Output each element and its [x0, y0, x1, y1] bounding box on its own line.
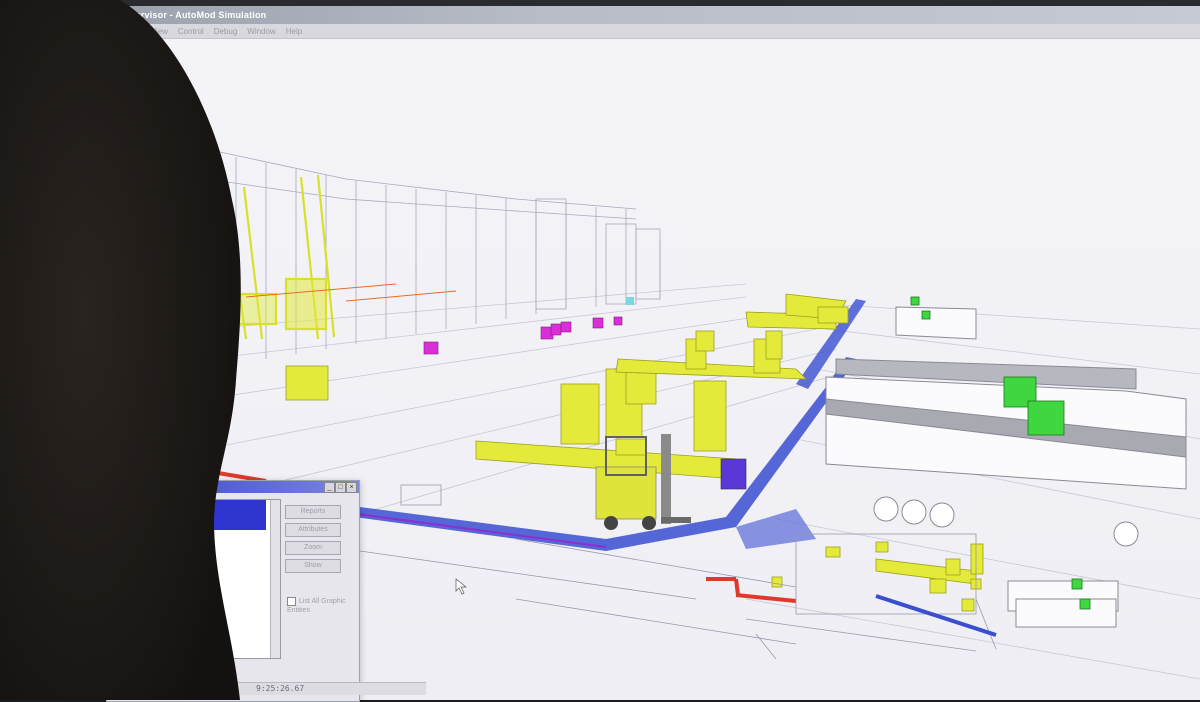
menu-file[interactable]: File	[104, 27, 117, 36]
entity-list[interactable]: _clck_e1 _clck_e2 _clck_b2 _clck_b5 Labe…	[111, 499, 281, 659]
graphic-entities-checkbox[interactable]	[287, 597, 296, 606]
list-item[interactable]: _clck_b5	[112, 530, 280, 540]
app-icon: A	[102, 9, 114, 21]
load-yellow-large	[285, 365, 329, 401]
list-item[interactable]: _clck_e1	[112, 500, 266, 510]
menu-bar: File Edit View Control Debug Window Help	[96, 24, 1200, 39]
menu-edit[interactable]: Edit	[127, 27, 141, 36]
menu-view[interactable]: View	[151, 27, 168, 36]
menu-window[interactable]: Window	[247, 27, 275, 36]
zoom-button[interactable]: Zoom	[285, 541, 341, 555]
dialog-titlebar: _ □ ×	[107, 481, 359, 493]
title-bar: A Supervisor - AutoMod Simulation	[96, 6, 1200, 24]
reports-button[interactable]: Reports	[285, 505, 341, 519]
minimize-icon[interactable]: _	[324, 482, 335, 493]
menu-control[interactable]: Control	[178, 27, 204, 36]
status-bar: 9:25:26.67	[106, 682, 426, 695]
list-all-graphic-entities-option[interactable]: List All Graphic Entities	[287, 597, 357, 615]
list-item[interactable]: _clck_e2	[112, 510, 266, 520]
entity-dialog: _ □ × _clck_e1 _clck_e2 _clck_b2 _clck_b…	[106, 480, 360, 702]
show-button[interactable]: Show	[285, 559, 341, 573]
maximize-icon[interactable]: □	[335, 482, 346, 493]
menu-help[interactable]: Help	[286, 27, 302, 36]
list-item[interactable]: _label	[112, 550, 280, 560]
close-icon[interactable]: ×	[346, 482, 357, 493]
simulation-clock: 9:25:26.67	[256, 684, 305, 693]
menu-debug[interactable]: Debug	[214, 27, 238, 36]
window-title: Supervisor - AutoMod Simulation	[118, 10, 267, 20]
attributes-button[interactable]: Attributes	[285, 523, 341, 537]
list-item[interactable]: Label	[112, 540, 280, 550]
list-scrollbar[interactable]	[270, 500, 280, 658]
cyan-marker	[626, 297, 634, 305]
list-item[interactable]: _clck_b2	[112, 520, 266, 530]
